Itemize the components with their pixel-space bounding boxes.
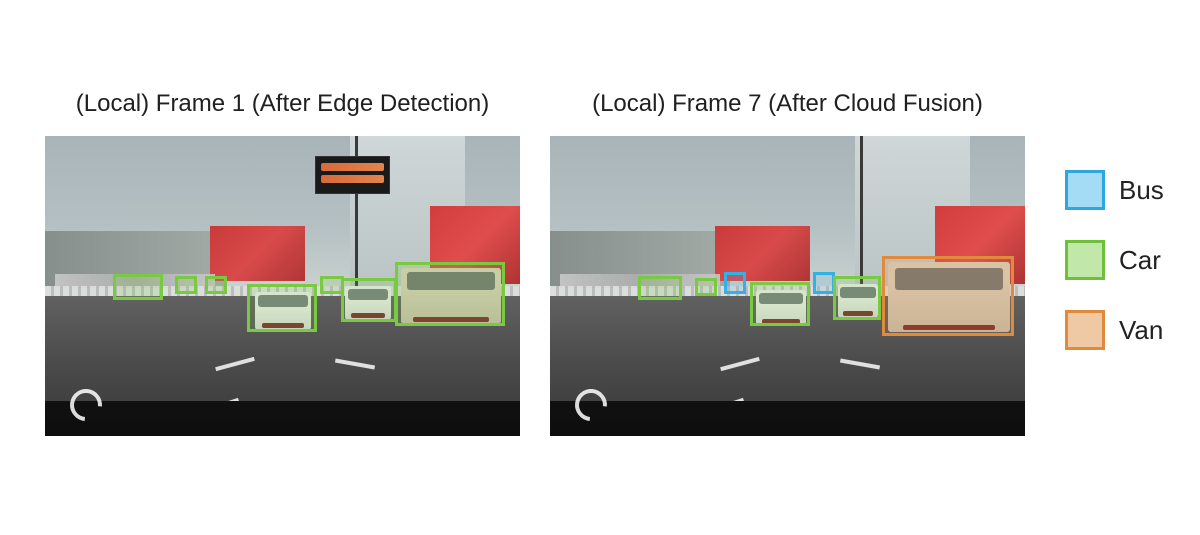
panel-title-frame1: (Local) Frame 1 (After Edge Detection)	[76, 90, 490, 118]
bbox-car	[750, 282, 810, 326]
legend-swatch-bus	[1065, 170, 1105, 210]
bbox-car	[395, 262, 505, 326]
figure-container: (Local) Frame 1 (After Edge Detection)	[0, 0, 1200, 476]
car-hood-icon	[45, 401, 520, 436]
bbox-car	[205, 276, 227, 294]
bbox-van	[882, 256, 1014, 336]
legend-label-van: Van	[1119, 315, 1163, 346]
car-hood-icon	[550, 401, 1025, 436]
legend-label-car: Car	[1119, 245, 1161, 276]
legend-bus: Bus	[1065, 170, 1164, 210]
bbox-car	[175, 276, 197, 294]
legend-label-bus: Bus	[1119, 175, 1164, 206]
legend-swatch-car	[1065, 240, 1105, 280]
bbox-car	[695, 278, 717, 296]
panel-title-frame7: (Local) Frame 7 (After Cloud Fusion)	[592, 90, 983, 118]
billboard-icon	[210, 226, 305, 281]
bbox-car	[638, 276, 682, 300]
bbox-car	[247, 284, 317, 332]
legend: Bus Car Van	[1065, 170, 1164, 350]
legend-car: Car	[1065, 240, 1164, 280]
bbox-bus	[813, 272, 835, 294]
frame7-image	[550, 136, 1025, 436]
bbox-car	[341, 278, 397, 322]
bbox-car	[113, 274, 163, 300]
led-sign-icon	[315, 156, 390, 194]
panel-frame1: (Local) Frame 1 (After Edge Detection)	[45, 90, 520, 436]
bbox-bus	[724, 272, 746, 294]
panel-frame7: (Local) Frame 7 (After Cloud Fusion)	[550, 90, 1025, 436]
legend-van: Van	[1065, 310, 1164, 350]
frame1-image	[45, 136, 520, 436]
legend-swatch-van	[1065, 310, 1105, 350]
bbox-car	[833, 276, 881, 320]
